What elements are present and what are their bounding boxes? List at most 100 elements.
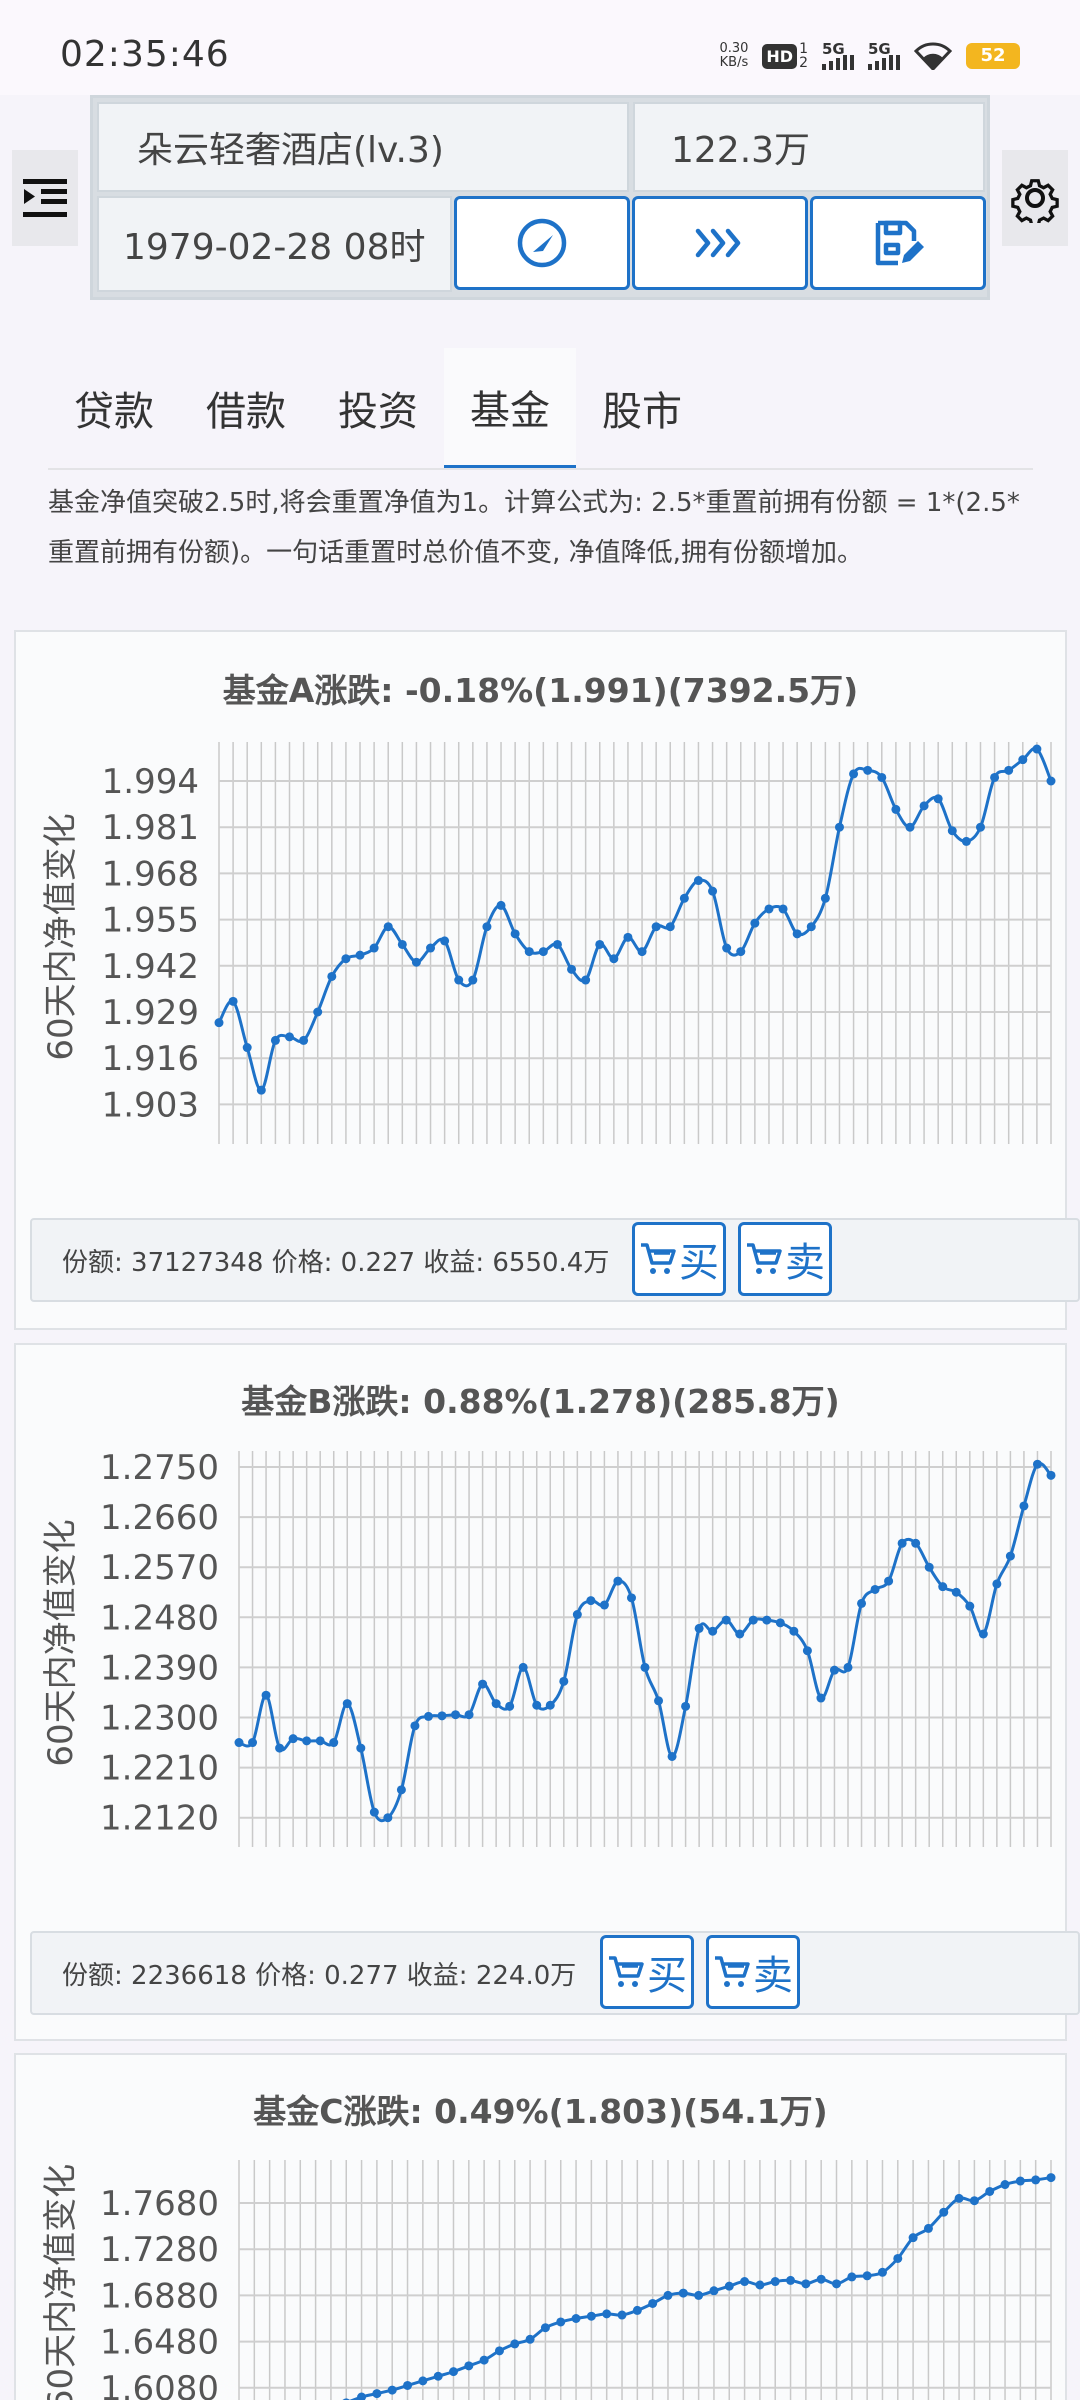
y-tick-label: 1.6880 <box>100 2276 219 2316</box>
save-button[interactable] <box>810 196 986 290</box>
data-point <box>464 1710 474 1720</box>
tab-invest[interactable]: 投资 <box>312 348 444 468</box>
data-point <box>403 2380 413 2390</box>
data-point <box>847 2272 857 2282</box>
data-point <box>411 957 421 967</box>
data-point <box>613 1576 623 1586</box>
play-button[interactable] <box>454 196 630 290</box>
data-point <box>816 1693 826 1703</box>
data-point <box>355 950 365 960</box>
hotel-info-panel: 朵云轻奢酒店(lv.3) 122.3万 1979-02-28 08时 <box>90 95 990 300</box>
data-point <box>632 2305 642 2315</box>
data-point <box>802 1646 812 1656</box>
data-point <box>681 1701 691 1711</box>
data-point <box>877 772 887 782</box>
tab-stock[interactable]: 股市 <box>576 348 708 468</box>
indent-menu-icon <box>23 179 67 217</box>
tab-fund[interactable]: 基金 <box>444 348 576 468</box>
data-point <box>369 943 379 953</box>
data-point <box>954 2193 964 2203</box>
data-point <box>275 1743 285 1753</box>
data-point <box>383 922 393 932</box>
y-tick-label: 1.2300 <box>100 1699 219 1739</box>
settings-button[interactable] <box>1002 150 1068 246</box>
data-point <box>387 2385 397 2395</box>
data-point <box>1018 755 1028 765</box>
fund-a-buy-button[interactable]: 买 <box>632 1222 726 1296</box>
data-point <box>256 1085 266 1095</box>
data-point <box>736 947 746 957</box>
fund-b-card: 基金B涨跌: 0.88%(1.278)(285.8万) 1.2750 1.2660… <box>14 1343 1080 2041</box>
data-point <box>342 1699 352 1709</box>
data-point <box>341 954 351 964</box>
data-point <box>1046 2173 1056 2183</box>
data-point <box>857 1598 867 1608</box>
data-point <box>965 1601 975 1611</box>
data-point <box>261 1690 271 1700</box>
data-point <box>581 975 591 985</box>
menu-toggle-button[interactable] <box>12 150 78 246</box>
fund-c-chart: 1.7680 1.7280 1.6880 1.6480 1.6080 60天内净值变化 <box>41 2160 1056 2400</box>
data-point <box>816 2274 826 2284</box>
data-point <box>1046 1470 1056 1480</box>
data-point <box>285 1032 295 1042</box>
data-point <box>801 2279 811 2289</box>
data-point <box>496 900 506 910</box>
fund-b-sell-button[interactable]: 卖 <box>706 1935 800 2009</box>
data-point <box>396 1785 406 1795</box>
fund-a-card: 基金A涨跌: -0.18%(1.991)(7392.5万) 1.994 1.981… <box>14 630 1080 1330</box>
data-point <box>540 2323 550 2333</box>
status-icons: 0.30 KB/s HD 1 2 5G 5G 52 <box>719 36 1020 76</box>
y-tick-label: 1.2120 <box>100 1799 219 1839</box>
data-point <box>651 922 661 932</box>
data-point <box>775 1618 785 1628</box>
data-point <box>372 2389 382 2399</box>
data-point <box>609 954 619 964</box>
data-point <box>482 922 492 932</box>
data-point <box>978 1629 988 1639</box>
data-point <box>572 1610 582 1620</box>
data-point <box>975 822 985 832</box>
data-point <box>740 2277 750 2287</box>
data-point <box>299 1035 309 1045</box>
data-point <box>748 1615 758 1625</box>
data-point <box>288 1734 298 1744</box>
data-point <box>724 2281 734 2291</box>
data-point <box>654 1696 664 1706</box>
data-point <box>891 804 901 814</box>
data-point <box>302 1736 312 1746</box>
data-point <box>418 2376 428 2386</box>
data-point <box>770 2277 780 2287</box>
cart-icon <box>609 1956 644 1987</box>
chart-grid <box>238 2160 1052 2400</box>
data-point <box>357 2392 367 2400</box>
data-point <box>494 2346 504 2356</box>
data-point <box>985 2186 995 2196</box>
y-tick-label: 1.6080 <box>100 2369 219 2400</box>
data-point <box>951 1587 961 1597</box>
fund-b-info: 份额: 2236618 价格: 0.277 收益: 224.0万 <box>62 1961 577 1991</box>
data-point <box>1031 2175 1041 2185</box>
fund-b-buy-button[interactable]: 买 <box>600 1935 694 2009</box>
data-point <box>843 1662 853 1672</box>
fund-a-sell-button[interactable]: 卖 <box>738 1222 832 1296</box>
fund-reset-description: 基金净值突破2.5时,将会重置净值为1。计算公式为: 2.5*重置前拥有份额 =… <box>48 488 1020 568</box>
data-point <box>961 836 971 846</box>
data-point <box>762 1615 772 1625</box>
tab-borrow[interactable]: 借款 <box>180 348 312 468</box>
fast-forward-button[interactable] <box>632 196 808 290</box>
series-line <box>349 2176 1052 2400</box>
y-tick-label: 1.968 <box>102 854 199 894</box>
data-point <box>792 929 802 939</box>
data-point <box>1046 776 1056 786</box>
data-point <box>911 1538 921 1548</box>
data-point <box>397 939 407 949</box>
data-point <box>820 893 830 903</box>
data-point <box>648 2298 658 2308</box>
data-point <box>1015 2176 1025 2186</box>
y-tick-label: 1.981 <box>102 808 199 848</box>
data-point <box>679 893 689 903</box>
tab-loan[interactable]: 贷款 <box>48 348 180 468</box>
y-tick-label: 1.2480 <box>100 1598 219 1638</box>
y-tick-label: 1.955 <box>102 901 199 941</box>
